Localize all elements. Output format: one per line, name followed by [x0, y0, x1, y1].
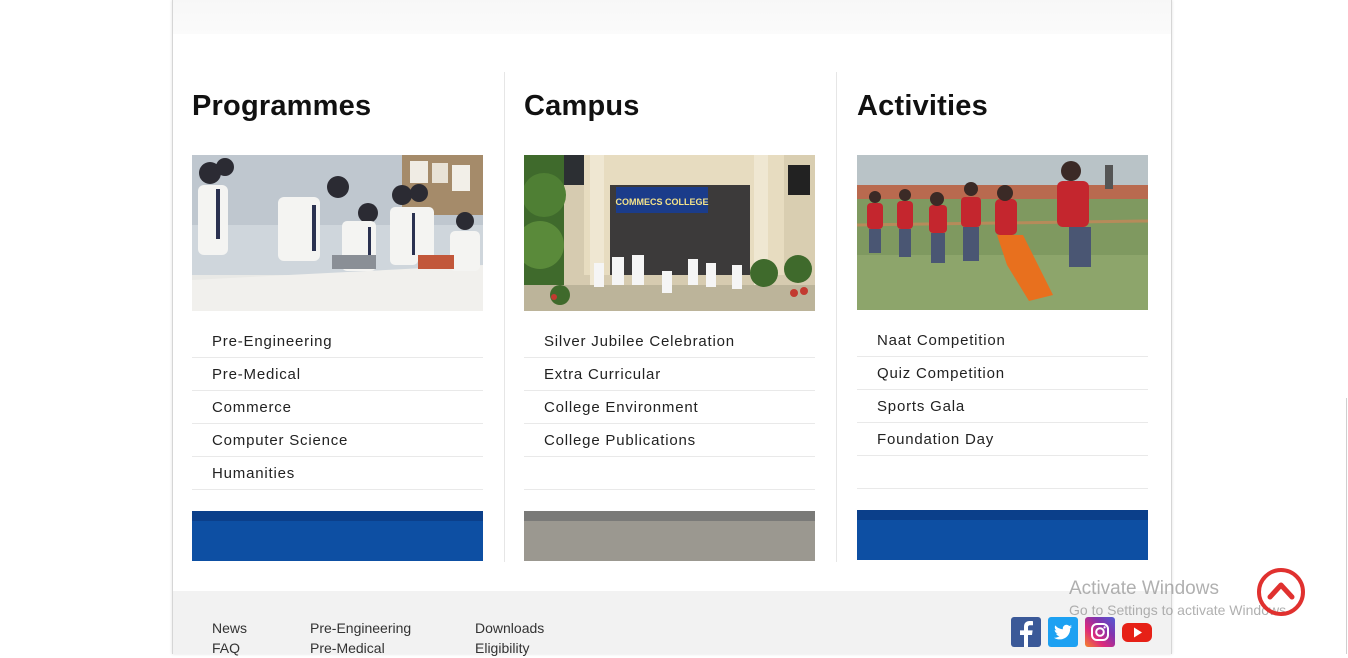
campus-footer-bar[interactable]: [524, 511, 815, 561]
link-computer-science[interactable]: Computer Science: [192, 424, 483, 457]
footer-links-col-2: Pre-Engineering Pre-Medical: [310, 618, 411, 658]
activities-section: Activities Naat Competition Quiz Competi…: [857, 72, 1149, 562]
column-divider: [504, 72, 505, 562]
social-links: [1011, 617, 1152, 647]
footer-link-faq[interactable]: FAQ: [212, 638, 247, 658]
footer-links-col-3: Downloads Eligibility: [475, 618, 544, 658]
link-commerce[interactable]: Commerce: [192, 391, 483, 424]
instagram-icon[interactable]: [1085, 617, 1115, 647]
link-pre-engineering[interactable]: Pre-Engineering: [192, 325, 483, 358]
link-foundation-day[interactable]: Foundation Day: [857, 423, 1148, 456]
link-naat-competition[interactable]: Naat Competition: [857, 324, 1148, 357]
page-container: Programmes Pre-Engineering Pre-Medical C…: [172, 0, 1172, 656]
footer-link-news[interactable]: News: [212, 618, 247, 638]
footer-link-pre-engineering[interactable]: Pre-Engineering: [310, 618, 411, 638]
link-extra-curricular[interactable]: Extra Curricular: [524, 358, 815, 391]
programmes-image[interactable]: [192, 155, 483, 311]
programmes-footer-bar[interactable]: [192, 511, 483, 561]
facebook-icon[interactable]: [1011, 617, 1041, 647]
chevron-up-icon: [1257, 568, 1305, 616]
link-sports-gala[interactable]: Sports Gala: [857, 390, 1148, 423]
list-spacer: [857, 456, 1148, 489]
list-spacer: [524, 457, 815, 490]
scrollbar-edge: [1346, 398, 1347, 654]
campus-image[interactable]: COMMECS COLLEGE: [524, 155, 815, 311]
college-sign-text: COMMECS COLLEGE: [615, 197, 708, 207]
footer-link-pre-medical[interactable]: Pre-Medical: [310, 638, 411, 658]
activities-image[interactable]: [857, 155, 1148, 311]
link-humanities[interactable]: Humanities: [192, 457, 483, 490]
programmes-section: Programmes Pre-Engineering Pre-Medical C…: [192, 72, 484, 562]
programmes-links: Pre-Engineering Pre-Medical Commerce Com…: [192, 325, 483, 490]
section-title-activities: Activities: [857, 90, 988, 122]
column-divider: [836, 72, 837, 562]
campus-section: Campus COMMECS COLLEGE Silver Jubilee Ce…: [524, 72, 816, 562]
footer-link-downloads[interactable]: Downloads: [475, 618, 544, 638]
twitter-icon[interactable]: [1048, 617, 1078, 647]
site-footer: News FAQ Pre-Engineering Pre-Medical Dow…: [173, 591, 1171, 656]
link-silver-jubilee[interactable]: Silver Jubilee Celebration: [524, 325, 815, 358]
campus-links: Silver Jubilee Celebration Extra Curricu…: [524, 325, 815, 490]
section-title-campus: Campus: [524, 90, 640, 122]
link-college-publications[interactable]: College Publications: [524, 424, 815, 457]
footer-link-eligibility[interactable]: Eligibility: [475, 638, 544, 658]
activities-links: Naat Competition Quiz Competition Sports…: [857, 324, 1148, 489]
section-title-programmes: Programmes: [192, 90, 372, 122]
activities-footer-bar[interactable]: [857, 510, 1148, 560]
footer-links-col-1: News FAQ: [212, 618, 247, 658]
top-band: [173, 0, 1171, 34]
youtube-icon[interactable]: [1122, 617, 1152, 647]
link-quiz-competition[interactable]: Quiz Competition: [857, 357, 1148, 390]
scroll-to-top-button[interactable]: [1256, 567, 1306, 617]
link-college-environment[interactable]: College Environment: [524, 391, 815, 424]
link-pre-medical[interactable]: Pre-Medical: [192, 358, 483, 391]
